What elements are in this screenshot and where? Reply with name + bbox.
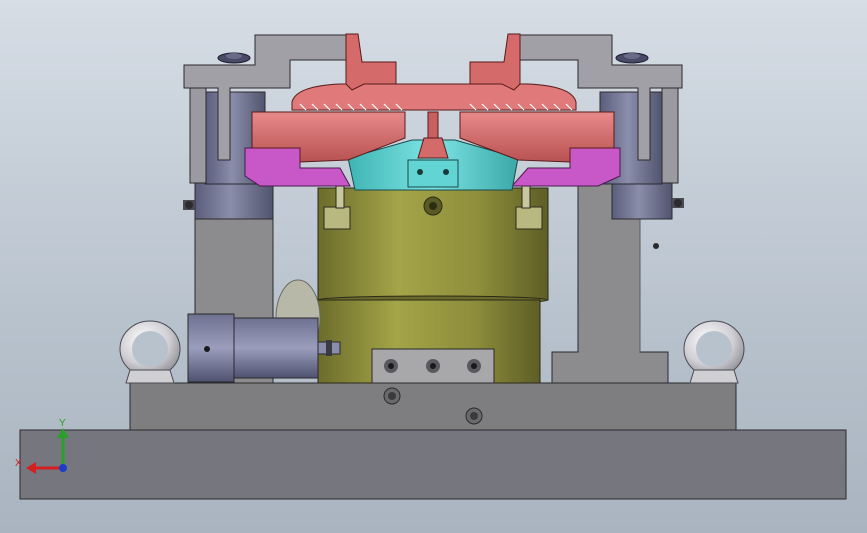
mid-plate[interactable] <box>129 382 737 431</box>
hub-hole <box>417 169 423 175</box>
horizontal-cylinder-mount[interactable] <box>187 313 235 383</box>
cad-viewport[interactable]: Y X <box>0 0 867 533</box>
side-screw-right <box>672 198 684 208</box>
assembly-model-view[interactable]: Y X <box>0 0 867 533</box>
left-salmon-arm[interactable] <box>345 33 397 91</box>
hub-hole <box>443 169 449 175</box>
triad-y-label: Y <box>59 418 66 429</box>
guide-pin-right <box>515 206 543 230</box>
mid-plate-screw <box>383 387 401 405</box>
base-plate[interactable] <box>19 429 847 500</box>
salmon-dome[interactable] <box>291 83 577 111</box>
hub-center-block[interactable] <box>407 159 459 188</box>
left-cylinder-housing[interactable] <box>194 182 274 220</box>
side-screw-left <box>183 200 195 210</box>
right-eyebolt[interactable] <box>683 320 745 384</box>
guide-pin-stem <box>335 185 345 209</box>
guide-pin-stem <box>521 185 531 209</box>
left-eyebolt[interactable] <box>119 320 181 384</box>
right-cylinder-housing[interactable] <box>611 182 673 220</box>
triad-x-label: X <box>15 458 22 469</box>
clamp-block-screw <box>467 359 481 373</box>
center-pin <box>427 111 439 139</box>
horizontal-cylinder[interactable] <box>233 317 319 379</box>
mount-hole <box>204 346 210 352</box>
chuck-body-screw <box>423 196 443 216</box>
mid-plate-screw <box>465 407 483 425</box>
clamp-block-screw <box>426 359 440 373</box>
guide-pin-left <box>323 206 351 230</box>
right-salmon-arm[interactable] <box>469 33 521 91</box>
clamp-block-screw <box>384 359 398 373</box>
cylinder-nut <box>326 340 332 356</box>
